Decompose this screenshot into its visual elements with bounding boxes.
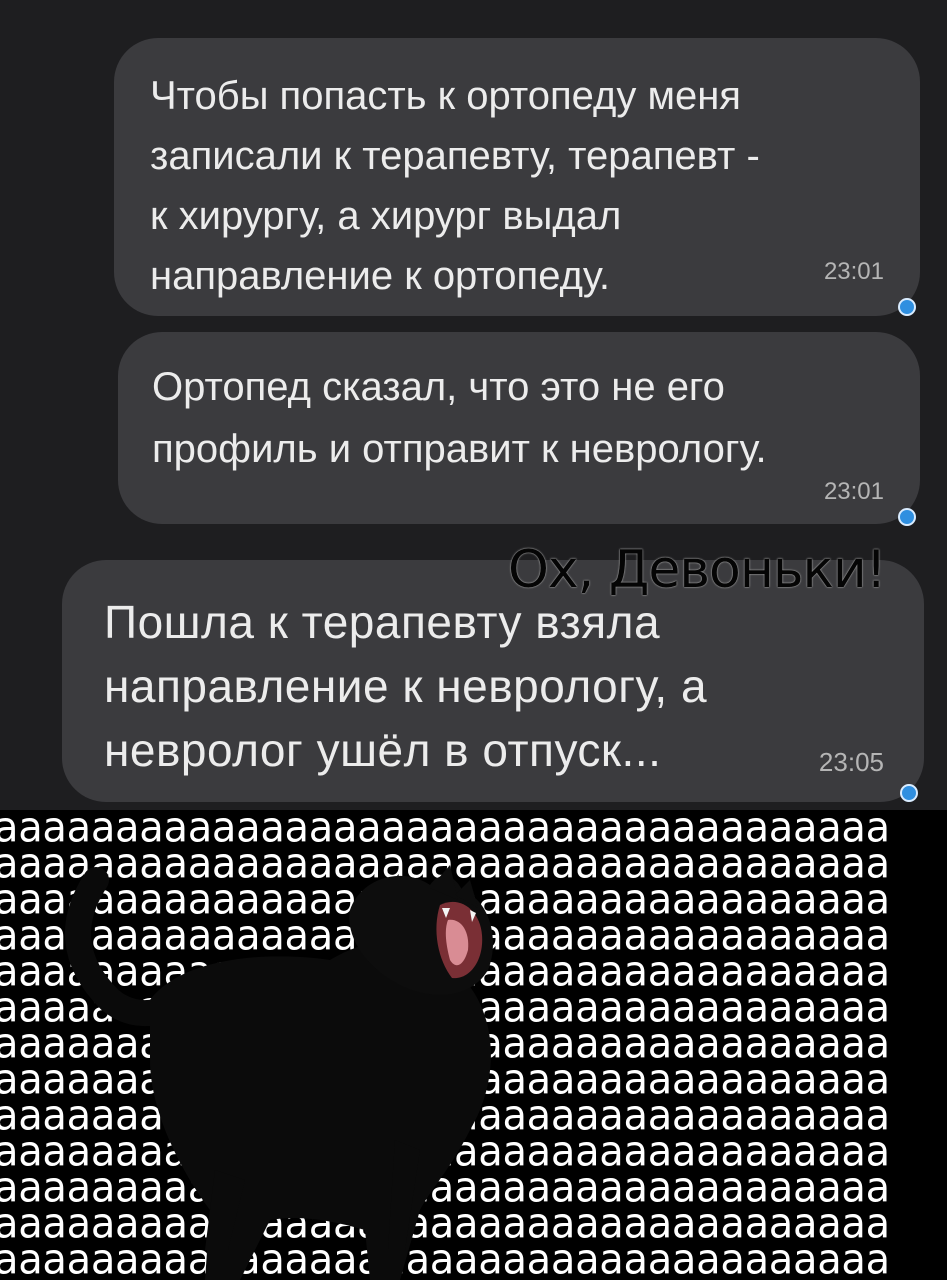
meme-caption: Ох, Девоньки!	[508, 540, 887, 600]
message-text-2: Ортопед сказал, что это не его профиль и…	[152, 365, 767, 471]
message-time-1: 23:01	[823, 258, 884, 285]
message-bubble-2[interactable]: Ортопед сказал, что это не его профиль и…	[118, 332, 920, 524]
chat-area: Чтобы попасть к ортопеду меня записали к…	[0, 0, 947, 810]
message-time-2: 23:01	[823, 478, 884, 505]
message-text-1: Чтобы попасть к ортопеду меня записали к…	[150, 74, 760, 298]
message-time-3: 23:05	[818, 747, 884, 777]
message-bubble-1[interactable]: Чтобы попасть к ортопеду меня записали к…	[114, 38, 920, 316]
read-status-icon	[898, 508, 916, 526]
read-status-icon	[900, 784, 918, 802]
message-text-3: Пошла к терапевту взяла направление к не…	[104, 596, 708, 776]
meme-image: ааааааааааааааааааааааааааааааааааааа аа…	[0, 810, 947, 1280]
read-status-icon	[898, 298, 916, 316]
screaming-cat-icon	[65, 865, 493, 1280]
